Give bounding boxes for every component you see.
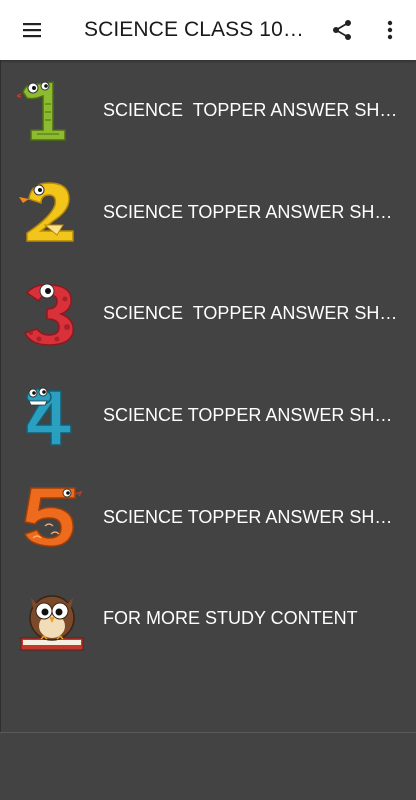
- list-item[interactable]: FOR MORE STUDY CONTENT: [1, 568, 416, 670]
- owl-on-book-icon: [20, 595, 84, 651]
- hamburger-menu-icon: [23, 23, 41, 38]
- app-bar: SCIENCE CLASS 10 TOPPER ANSWER SHEETS: [0, 0, 416, 60]
- number-four-monster-icon: [26, 387, 72, 446]
- page-title: SCIENCE CLASS 10 TOPPER ANSWER SHEETS: [84, 18, 306, 41]
- number-two-duck-icon: [19, 182, 74, 243]
- bottom-area: [0, 733, 416, 800]
- number-one-snake-icon: [17, 80, 66, 141]
- list-item[interactable]: SCIENCE TOPPER ANSWER SHEET 1: [1, 60, 416, 162]
- more-vert-icon: [387, 20, 393, 40]
- menu-button[interactable]: [0, 0, 64, 60]
- number-three-monster-icon: [23, 283, 74, 346]
- number-five-snake-icon: [24, 487, 83, 548]
- list-item-label: SCIENCE TOPPER ANSWER SHEET 3: [103, 303, 403, 324]
- list-item[interactable]: SCIENCE TOPPER ANSWER SHEET 4: [1, 365, 416, 467]
- list-item[interactable]: SCIENCE TOPPER ANSWER SHEET 2: [1, 162, 416, 264]
- list-item-label: FOR MORE STUDY CONTENT: [103, 608, 358, 629]
- list-item-label: SCIENCE TOPPER ANSWER SHEET 2: [103, 201, 403, 222]
- list-item[interactable]: SCIENCE TOPPER ANSWER SHEET 3: [1, 263, 416, 365]
- list-item[interactable]: SCIENCE TOPPER ANSWER SHEET 5: [1, 466, 416, 568]
- content-list: SCIENCE TOPPER ANSWER SHEET 1 SCIENCE TO…: [0, 60, 416, 732]
- list-item-label: SCIENCE TOPPER ANSWER SHEET 4: [103, 405, 403, 426]
- more-options-button[interactable]: [372, 10, 408, 50]
- share-button[interactable]: [322, 10, 362, 50]
- list-item-label: SCIENCE TOPPER ANSWER SHEET 5: [103, 506, 403, 527]
- list-item-label: SCIENCE TOPPER ANSWER SHEET 1: [103, 100, 403, 121]
- share-icon: [333, 20, 351, 40]
